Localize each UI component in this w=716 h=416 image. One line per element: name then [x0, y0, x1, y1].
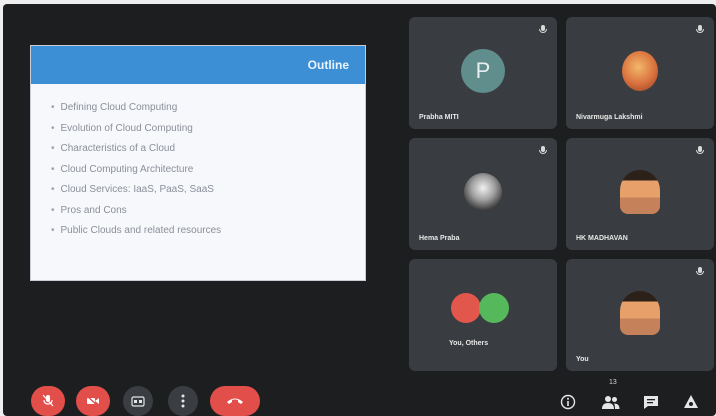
participant-name: You, Others [449, 340, 489, 347]
participant-tile[interactable]: P Prabha MITI [409, 17, 557, 129]
participant-tile[interactable]: Hema Praba [409, 138, 557, 250]
presentation-slide: Outline Defining Cloud Computing Evoluti… [31, 46, 365, 280]
end-call-icon [227, 398, 243, 404]
participant-tile[interactable]: Nivarmuga Lakshmi [566, 17, 714, 129]
slide-title: Outline [307, 58, 349, 72]
mic-toggle-button[interactable] [31, 386, 65, 416]
end-call-button[interactable] [210, 386, 260, 416]
participant-name: You [576, 356, 589, 363]
participant-name: Hema Praba [419, 235, 460, 242]
people-icon [602, 396, 620, 409]
avatar [451, 293, 481, 324]
info-icon [560, 394, 576, 410]
slide-bullet: Characteristics of a Cloud [51, 139, 365, 160]
mic-muted-icon [539, 25, 547, 35]
participant-count: 13 [609, 379, 617, 386]
avatar [479, 293, 509, 324]
mic-off-icon [42, 394, 54, 407]
more-options-button[interactable] [168, 386, 198, 416]
chat-icon [644, 395, 658, 409]
slide-bullet: Defining Cloud Computing [51, 98, 365, 119]
meeting-window: Outline Defining Cloud Computing Evoluti… [3, 4, 716, 416]
mic-muted-icon [696, 25, 704, 35]
participant-name: Nivarmuga Lakshmi [576, 114, 643, 121]
slide-bullet: Pros and Cons [51, 201, 365, 222]
slide-bullet: Evolution of Cloud Computing [51, 119, 365, 140]
avatar [622, 50, 658, 91]
participant-name: Prabha MITI [419, 114, 459, 121]
slide-bullet: Cloud Computing Architecture [51, 160, 365, 181]
slide-bullet: Public Clouds and related resources [51, 221, 365, 242]
avatar [620, 290, 660, 335]
more-options-icon [181, 394, 185, 408]
slide-bullet-list: Defining Cloud Computing Evolution of Cl… [31, 84, 365, 242]
camera-toggle-button[interactable] [76, 386, 110, 416]
avatar-group [451, 293, 515, 324]
avatar [464, 172, 502, 211]
participant-name: HK MADHAVAN [576, 235, 628, 242]
participant-tile[interactable]: HK MADHAVAN [566, 138, 714, 250]
participant-tile[interactable]: You, Others [409, 259, 557, 371]
call-controls: 13 [3, 379, 716, 416]
participant-tile[interactable]: You [566, 259, 714, 371]
slide-bullet: Cloud Services: IaaS, PaaS, SaaS [51, 180, 365, 201]
mic-muted-icon [696, 146, 704, 156]
avatar [620, 169, 660, 214]
activities-button[interactable] [681, 392, 701, 412]
captions-icon [131, 395, 145, 407]
activities-icon [684, 395, 698, 408]
avatar: P [461, 48, 505, 93]
video-off-icon [86, 395, 99, 407]
chat-button[interactable] [641, 392, 661, 412]
mic-muted-icon [696, 267, 704, 277]
people-button[interactable] [601, 392, 621, 412]
meeting-details-button[interactable] [558, 392, 578, 412]
slide-header: Outline [31, 46, 365, 84]
captions-button[interactable] [123, 386, 153, 416]
mic-muted-icon [539, 146, 547, 156]
